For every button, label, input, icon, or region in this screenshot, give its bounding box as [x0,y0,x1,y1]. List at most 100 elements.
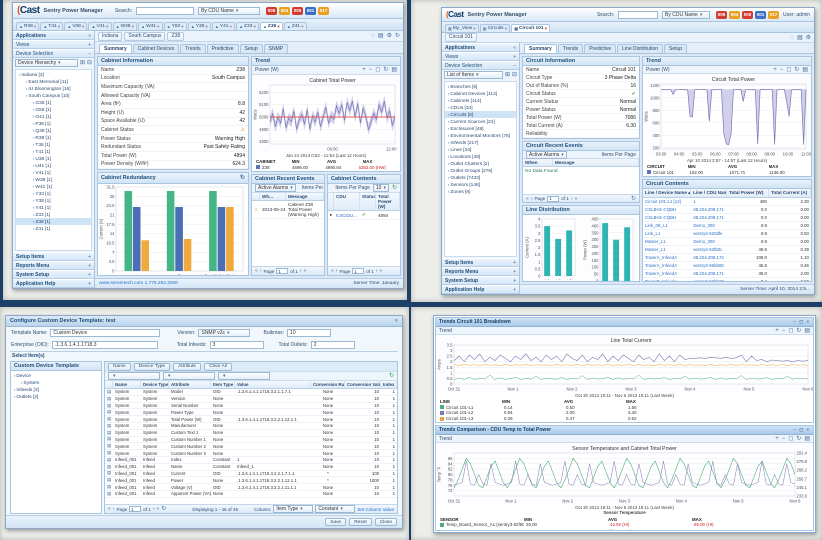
tree-node[interactable]: W41 [1] [16,183,91,190]
tree-node[interactable]: East Memorial [11] [16,78,91,85]
tree-node[interactable]: Locations [28] [445,153,516,160]
set-column-value-button[interactable]: Set Column Value [357,507,394,512]
accordion-header[interactable]: Setup Items+ [442,258,519,267]
dialog-button[interactable]: Save [325,518,346,526]
col-message[interactable]: Message [553,159,639,166]
device-tab[interactable]: ▦Circuit 101× [511,24,550,32]
close-icon[interactable]: × [301,24,304,29]
last-page-icon[interactable]: » [304,268,307,274]
toolbar-icon[interactable]: ▤ [797,34,803,42]
close-icon[interactable]: × [545,26,548,31]
col-item-type[interactable]: Item Type [211,381,235,388]
sidebar-header-applications[interactable]: Applications« [442,43,519,52]
tree-node[interactable]: Device [11,372,101,379]
close-icon[interactable]: × [229,24,232,29]
search-input[interactable] [136,7,194,15]
refresh-icon[interactable]: ↻ [392,184,397,192]
contents-row[interactable]: CXLBH1-CQBH68.204.208.1710.00.00 [643,206,811,214]
enterprise-oid-input[interactable]: .1.3.6.1.4.1.1718.3 [52,341,158,349]
tree-node[interactable]: Y41 [1] [16,204,91,211]
toolbar-button[interactable]: Device Type [134,363,170,371]
tab[interactable]: Line Distribution [617,44,663,53]
sidebar-header-applications[interactable]: Applications« [13,31,94,40]
tab[interactable]: Predictive [207,44,239,53]
expand-tree-icon[interactable]: ⊞ [505,71,510,79]
contents-row[interactable]: ▸IUICIDU...✔4894 [328,211,400,220]
tab[interactable]: Trends [558,44,583,53]
tree-node[interactable]: Outlets [2] [11,393,101,400]
col-conversion-rule[interactable]: Conversion Rule [311,381,345,388]
close-icon[interactable]: × [253,24,256,29]
tab[interactable]: Setup [664,44,687,53]
tree-node[interactable]: Y38 [1] [16,197,91,204]
alert-badge[interactable]: 004 [729,11,740,19]
tree-node[interactable]: G38 [1] [16,99,91,106]
breadcrumb-item[interactable]: Indiana [98,32,122,41]
chart-tool-icon[interactable]: ▤ [391,66,397,74]
accordion-header[interactable]: Reports Menu+ [13,261,94,270]
alarm-filter-select[interactable]: Active Alarms▾ [255,184,296,192]
bulkmax-input[interactable]: 10 [287,329,331,337]
close-icon[interactable]: × [473,26,476,31]
sidebar-item-views[interactable]: Views+ [13,40,94,49]
tab[interactable]: Summary [524,44,557,53]
chart-tool-icon[interactable]: − [780,66,784,74]
col-when[interactable]: When [523,159,553,166]
toolbar-button[interactable]: Clear All [204,363,232,371]
device-tab[interactable]: ▲V08× [64,22,87,30]
chart-tool-icon[interactable]: ▤ [802,66,808,74]
chart-tool-icon[interactable]: ▤ [804,435,810,443]
tree-node[interactable]: Sensors [148] [445,181,516,188]
tab[interactable]: Setup [240,44,263,53]
toolbar-button[interactable]: Attribute [173,363,201,371]
chart-tool-icon[interactable]: + [775,435,779,443]
close-icon[interactable]: × [157,24,160,29]
event-row[interactable]: ⚠2013-05-24 12...Cabinet Z38 Total Power… [252,201,324,219]
breadcrumb-item[interactable]: Z38 [167,32,184,41]
hierarchy-select[interactable]: Device Hierarchy▾ [15,59,78,67]
toolbar-icon[interactable]: ⚙ [387,32,392,40]
vendor-link[interactable]: www.servertech.com 1.775.284.2000 [99,281,178,286]
tree-node[interactable]: Lines [34] [445,146,516,153]
device-tab[interactable]: ▲W41× [138,22,162,30]
chart-tool-icon[interactable]: ↻ [794,66,799,74]
col-index[interactable]: Index [381,381,397,388]
alert-badge[interactable]: 001 [305,7,316,15]
accordion-header[interactable]: Application Help+ [13,279,94,288]
toolbar-icon[interactable]: ↻ [395,32,400,40]
chart-tool-icon[interactable]: ◻ [788,435,793,443]
col-total-current[interactable]: Total Current (A) [769,189,811,197]
refresh-icon[interactable]: ↻ [161,505,166,513]
device-tab[interactable]: ▲Y03× [164,22,187,30]
chart-tool-icon[interactable]: + [773,66,777,74]
device-tab[interactable]: ▲V41× [88,22,111,30]
page-input[interactable]: 1 [547,196,559,202]
contents-row[interactable]: Link_L1sentry3-520dfe0.90.50 [643,230,811,238]
tree-node[interactable]: U41 [1] [16,162,91,169]
contents-row[interactable]: Master_L1sentry3-52f50c49.50.39 [643,246,811,254]
accordion-header[interactable]: System Setup+ [13,270,94,279]
chart-tool-icon[interactable]: ↻ [796,435,801,443]
tree-node[interactable]: Zones [8] [445,188,516,195]
tree-node[interactable]: Cabinets [114] [445,97,516,104]
device-tab[interactable]: ▲R38× [16,22,39,30]
total-outlets-input[interactable]: 2 [311,341,355,349]
contents-row[interactable]: CXLBH1-CQBH68.204.208.1710.00.00 [643,214,811,222]
alert-badge[interactable]: 000 [742,11,753,19]
chart-tool-icon[interactable]: − [782,327,786,335]
col-attribute[interactable]: Attribute [169,381,211,388]
tree-node[interactable]: O41 [1] [16,113,91,120]
collapse-icon[interactable]: « [88,33,91,39]
chart-tool-icon[interactable]: ▤ [804,327,810,335]
column-select[interactable]: Item Type▾ [273,505,313,513]
chart-tool-icon[interactable]: − [369,66,373,74]
total-infeeds-input[interactable]: 3 [210,341,264,349]
close-icon[interactable]: × [205,24,208,29]
tab[interactable]: Cabinet Devices [133,44,179,53]
items-per-page-select[interactable]: 10▾ [373,184,389,192]
tree-node[interactable]: R38 [1] [16,134,91,141]
col-total-power[interactable]: Total Power (W) [376,193,400,210]
chart-tool-icon[interactable]: ↻ [796,327,801,335]
tab[interactable]: Summary [99,44,132,53]
accordion-header[interactable]: Reports Menu+ [442,267,519,276]
